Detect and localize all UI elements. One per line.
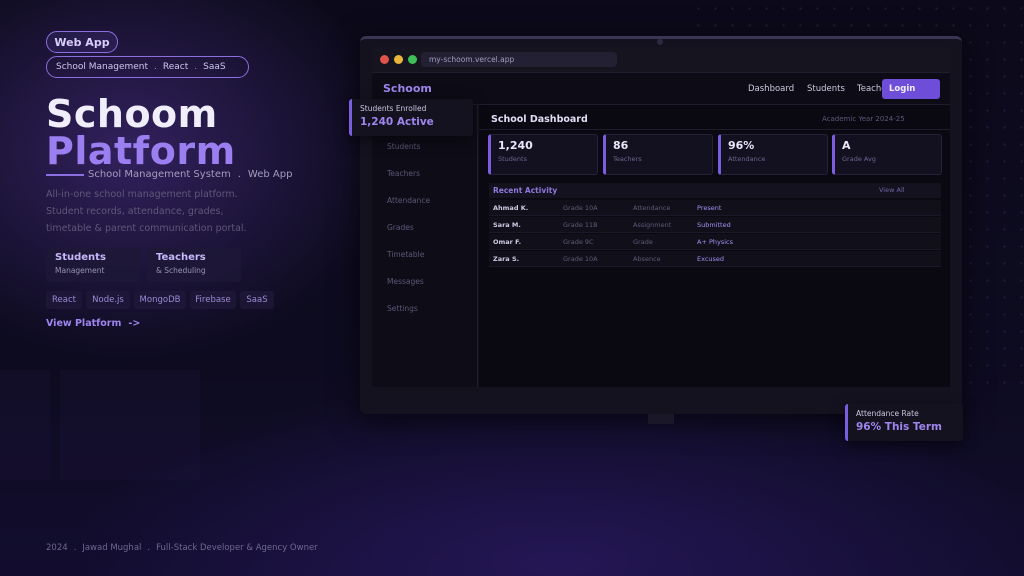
stat-card-students: 1,240 Students	[488, 134, 598, 175]
app-logo[interactable]: Schoom	[383, 82, 432, 95]
academic-year: Academic Year 2024-25	[822, 115, 905, 123]
view-platform-link[interactable]: View Platform ->	[46, 318, 140, 329]
cell-type: Attendance	[633, 204, 671, 212]
view-platform-label: View Platform	[46, 318, 122, 329]
footer-separator: .	[147, 543, 151, 553]
footer-role: Full-Stack Developer & Agency Owner	[156, 543, 318, 553]
description-line: All-in-one school management platform.	[46, 189, 238, 200]
feature-card-teachers: Teachers & Scheduling	[147, 248, 241, 282]
stat-value: 96%	[728, 139, 755, 152]
stat-label: Grade Avg	[842, 155, 876, 163]
cell-type: Absence	[633, 255, 661, 263]
feature-title: Teachers	[156, 252, 206, 263]
cell-name: Sara M.	[493, 221, 521, 229]
sidebar-item-grades[interactable]: Grades	[387, 223, 414, 232]
webcam-dot	[657, 39, 663, 45]
footer-credit: 2024 . Jawad Mughal . Full-Stack Develop…	[46, 543, 318, 553]
feature-subtitle: & Scheduling	[156, 266, 206, 275]
description-line: Student records, attendance, grades,	[46, 206, 224, 217]
tech-chip-nodejs: Node.js	[86, 291, 130, 309]
stat-card-attendance: 96% Attendance	[718, 134, 828, 175]
tech-tags-pill: School Management . React . SaaS	[46, 56, 249, 78]
tag-separator: .	[154, 62, 157, 72]
divider	[479, 129, 950, 130]
tech-chip-saas: SaaS	[240, 291, 274, 309]
stat-label: Students	[498, 155, 527, 163]
cell-grade: Grade 10A	[563, 204, 598, 212]
cell-grade: Grade 10A	[563, 255, 598, 263]
stat-card-grade-avg: A Grade Avg	[832, 134, 942, 175]
sidebar-item-timetable[interactable]: Timetable	[387, 250, 424, 259]
cell-type: Grade	[633, 238, 653, 246]
sidebar-item-attendance[interactable]: Attendance	[387, 196, 430, 205]
table-row[interactable]: Ahmad K. Grade 10A Attendance Present	[489, 200, 941, 216]
tech-chip-firebase: Firebase	[190, 291, 236, 309]
nav-students[interactable]: Students	[807, 84, 845, 94]
cell-status: Submitted	[697, 221, 731, 229]
minimize-window-icon[interactable]	[394, 55, 403, 64]
tag: SaaS	[203, 62, 226, 72]
cell-status: A+ Physics	[697, 238, 733, 246]
card-label: Students Enrolled	[360, 104, 427, 113]
tag: School Management	[56, 62, 149, 72]
feature-card-students: Students Management	[46, 248, 140, 282]
tech-chip-react: React	[46, 291, 82, 309]
feature-subtitle: Management	[55, 266, 105, 275]
close-window-icon[interactable]	[380, 55, 389, 64]
table-row[interactable]: Omar F. Grade 9C Grade A+ Physics	[489, 234, 941, 250]
description-line: timetable & parent communication portal.	[46, 223, 247, 234]
tag-separator: .	[194, 62, 198, 72]
stat-value: 86	[613, 139, 629, 152]
cell-status: Present	[697, 204, 722, 212]
nav-dashboard[interactable]: Dashboard	[748, 84, 794, 94]
address-bar[interactable]: my-schoom.vercel.app	[421, 52, 617, 67]
cell-status: Excused	[697, 255, 725, 263]
maximize-window-icon[interactable]	[408, 55, 417, 64]
footer-separator: .	[73, 543, 77, 553]
sidebar-item-students[interactable]: Students	[387, 142, 420, 151]
subtitle-type: Web App	[247, 169, 293, 180]
subtitle-text: School Management System	[88, 169, 231, 180]
stat-value: 1,240	[498, 139, 533, 152]
hero-subtitle: School Management System . Web App	[88, 169, 292, 180]
hero-description: All-in-one school management platform. S…	[46, 186, 247, 237]
arrow-right-icon: ->	[128, 318, 141, 329]
cell-name: Ahmad K.	[493, 204, 529, 212]
cell-grade: Grade 9C	[563, 238, 594, 246]
sidebar-item-messages[interactable]: Messages	[387, 277, 424, 286]
table-row[interactable]: Sara M. Grade 11B Assignment Submitted	[489, 217, 941, 233]
stat-value: A	[842, 139, 851, 152]
web-app-badge: Web App	[46, 31, 118, 53]
tech-chip-mongodb: MongoDB	[134, 291, 186, 309]
login-button[interactable]: Login	[882, 79, 940, 99]
recent-activity-header: Recent Activity	[489, 183, 941, 198]
hero-title-line2: Platform	[46, 129, 236, 173]
view-all-link[interactable]: View All	[879, 186, 905, 194]
footer-name: Jawad Mughal	[82, 543, 142, 553]
students-enrolled-card: Students Enrolled 1,240 Active	[349, 99, 473, 136]
stat-label: Teachers	[613, 155, 642, 163]
cell-type: Assignment	[633, 221, 672, 229]
sidebar-item-teachers[interactable]: Teachers	[387, 169, 420, 178]
subtitle-separator: .	[237, 169, 241, 180]
background-shape	[0, 370, 50, 480]
tag: React	[162, 62, 189, 72]
page-title: School Dashboard	[491, 114, 588, 125]
cell-name: Zara S.	[493, 255, 520, 263]
cell-grade: Grade 11B	[563, 221, 598, 229]
sidebar-item-settings[interactable]: Settings	[387, 304, 418, 313]
subtitle-accent-line	[46, 174, 84, 176]
attendance-rate-card: Attendance Rate 96% This Term	[845, 404, 963, 441]
card-label: Attendance Rate	[856, 409, 919, 418]
stat-card-teachers: 86 Teachers	[603, 134, 713, 175]
feature-title: Students	[55, 252, 106, 263]
stat-label: Attendance	[728, 155, 766, 163]
background-shape	[60, 370, 200, 480]
card-value: 96% This Term	[856, 421, 942, 433]
monitor-stand	[648, 414, 674, 424]
footer-year: 2024	[46, 543, 68, 553]
table-row[interactable]: Zara S. Grade 10A Absence Excused	[489, 251, 941, 267]
cell-name: Omar F.	[493, 238, 522, 246]
card-value: 1,240 Active	[360, 116, 434, 128]
